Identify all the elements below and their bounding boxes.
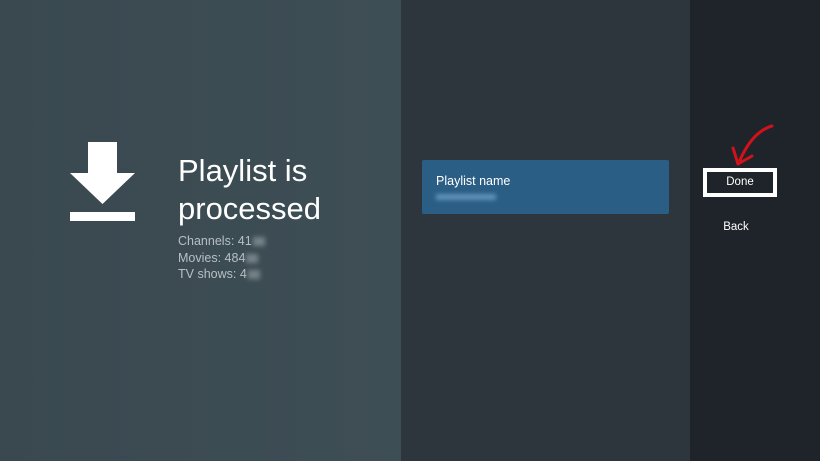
blurred-value <box>252 237 265 246</box>
stat-channels-label: Channels: 41 <box>178 234 252 248</box>
status-panel: Playlist is processed Channels: 41 Movie… <box>0 0 401 461</box>
playlist-name-label: Playlist name <box>436 174 511 188</box>
stat-movies-label: Movies: 484 <box>178 250 246 265</box>
playlist-stats: Channels: 41 Movies: 484 TV shows: 4 <box>178 233 265 283</box>
back-button[interactable]: Back <box>703 217 769 237</box>
download-icon <box>70 142 135 221</box>
playlist-panel <box>401 0 690 461</box>
page-title: Playlist is processed <box>178 153 322 226</box>
stat-tv-shows-label: TV shows: 4 <box>178 267 247 281</box>
blurred-value <box>246 253 259 263</box>
playlist-name-field[interactable]: Playlist name <box>422 160 669 214</box>
red-arrow-annotation-icon <box>731 124 774 166</box>
stat-movies: Movies: 484 <box>178 250 265 267</box>
done-button[interactable]: Done <box>703 168 777 197</box>
stat-tv-shows: TV shows: 4 <box>178 266 265 283</box>
stat-channels: Channels: 41 <box>178 233 265 250</box>
playlist-name-value-blurred <box>436 194 496 200</box>
blurred-value <box>247 270 260 279</box>
